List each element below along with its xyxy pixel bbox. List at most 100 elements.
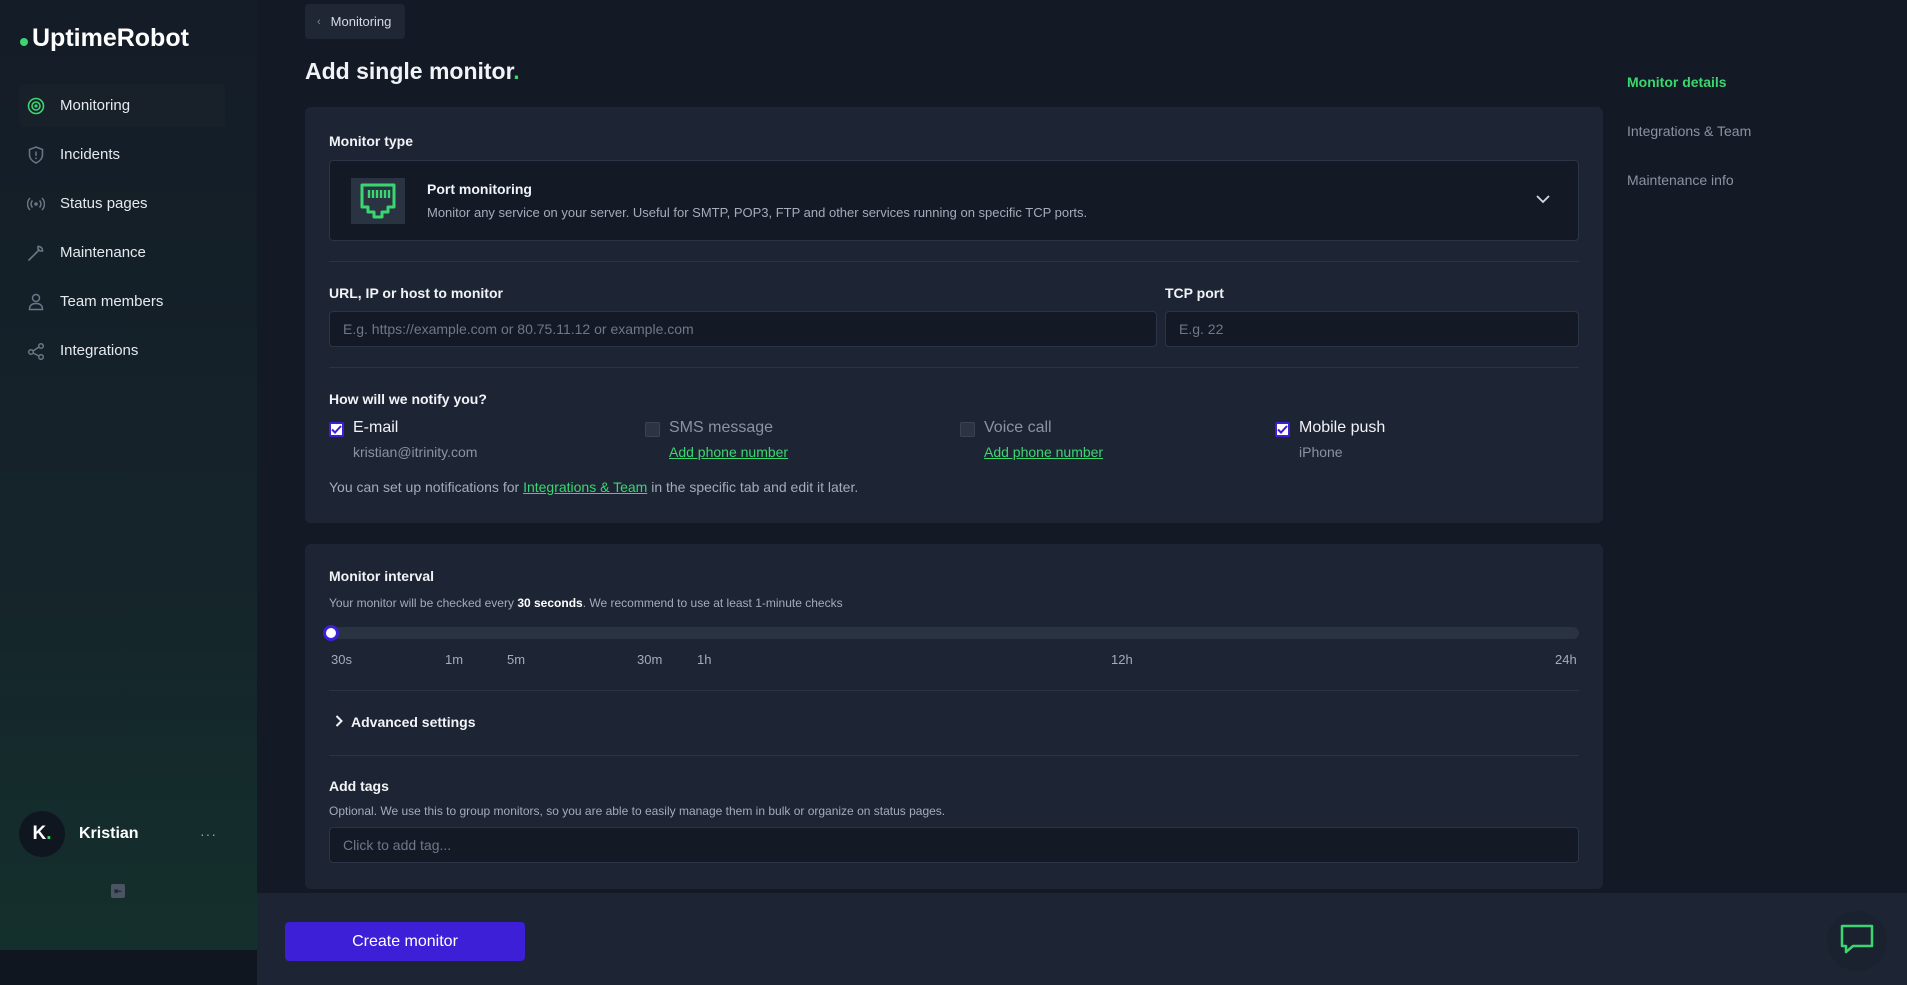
monitor-type-select[interactable]: Port monitoring Monitor any service on y… xyxy=(329,160,1579,241)
section-nav-monitor-details[interactable]: Monitor details xyxy=(1627,74,1751,90)
sidebar-nav: Monitoring Incidents Status pages Mainte… xyxy=(19,84,225,378)
notify-title: Voice call xyxy=(984,419,1052,436)
interval-tick: 24h xyxy=(1555,652,1577,667)
divider xyxy=(329,261,1579,262)
notify-sub: iPhone xyxy=(1299,444,1343,460)
section-nav: Monitor details Integrations & Team Main… xyxy=(1627,74,1751,221)
tcp-port-input[interactable] xyxy=(1165,311,1579,347)
interval-card: Monitor interval Your monitor will be ch… xyxy=(305,544,1603,889)
interval-desc-text: . We recommend to use at least 1-minute … xyxy=(582,596,843,610)
tags-input[interactable] xyxy=(329,827,1579,863)
chat-icon xyxy=(1839,923,1875,960)
page-title: Add single monitor. xyxy=(305,58,520,85)
ethernet-port-icon xyxy=(351,178,405,224)
user-icon xyxy=(27,293,45,311)
voice-checkbox[interactable] xyxy=(960,422,975,437)
monitor-details-card: Monitor type Port monitoring Monitor any… xyxy=(305,107,1603,523)
logo[interactable]: UptimeRobot xyxy=(20,24,189,53)
notify-sub: kristian@itrinity.com xyxy=(353,444,478,460)
section-nav-integrations-team[interactable]: Integrations & Team xyxy=(1627,123,1751,139)
sidebar-item-label: Incidents xyxy=(60,146,121,163)
chat-button[interactable] xyxy=(1827,911,1887,971)
notify-hint: You can set up notifications for Integra… xyxy=(329,479,858,495)
sidebar-item-label: Status pages xyxy=(60,195,148,212)
divider xyxy=(329,367,1579,368)
breadcrumb-label: Monitoring xyxy=(330,14,392,29)
notify-label: How will we notify you? xyxy=(329,391,487,407)
monitoring-icon xyxy=(27,97,45,115)
interval-slider-track[interactable] xyxy=(329,627,1579,639)
sidebar-item-monitoring[interactable]: Monitoring xyxy=(19,84,225,127)
add-phone-link[interactable]: Add phone number xyxy=(984,444,1103,460)
notify-email[interactable]: E-mail kristian@itrinity.com xyxy=(329,419,477,460)
sidebar-item-label: Maintenance xyxy=(60,244,146,261)
sidebar-item-maintenance[interactable]: Maintenance xyxy=(19,231,225,274)
notify-mobile-push[interactable]: Mobile push iPhone xyxy=(1275,419,1385,460)
sidebar-item-team-members[interactable]: Team members xyxy=(19,280,225,323)
breadcrumb[interactable]: ‹ Monitoring xyxy=(305,4,406,39)
footer-bar: Create monitor xyxy=(257,893,1907,985)
interval-tick: 30m xyxy=(637,652,663,667)
chevron-down-icon xyxy=(1536,191,1550,209)
sidebar-item-status-pages[interactable]: Status pages xyxy=(19,182,225,225)
notify-title: SMS message xyxy=(669,419,774,436)
interval-tick: 1m xyxy=(445,652,464,667)
avatar-dot: . xyxy=(46,823,52,844)
notify-title: E-mail xyxy=(353,419,399,436)
sms-checkbox[interactable] xyxy=(645,422,660,437)
notify-voice[interactable]: Voice call Add phone number xyxy=(960,419,1103,460)
interval-description: Your monitor will be checked every 30 se… xyxy=(329,596,843,610)
monitor-type-description: Monitor any service on your server. Usef… xyxy=(427,205,1088,220)
logo-dot xyxy=(20,37,28,46)
monitor-type-title: Port monitoring xyxy=(427,181,532,197)
broadcast-icon xyxy=(27,195,45,213)
tags-description: Optional. We use this to group monitors,… xyxy=(329,804,946,818)
wrench-icon xyxy=(27,244,45,262)
notify-title: Mobile push xyxy=(1299,419,1386,436)
divider xyxy=(329,755,1579,756)
hint-text: You can set up notifications for xyxy=(329,479,524,495)
logo-text: UptimeRobot xyxy=(32,24,189,52)
sidebar-bottom xyxy=(0,950,257,985)
hint-text: in the specific tab and edit it later. xyxy=(647,479,859,495)
interval-label: Monitor interval xyxy=(329,568,435,584)
add-phone-link[interactable]: Add phone number xyxy=(669,444,788,460)
chevron-right-icon xyxy=(335,714,343,730)
sidebar-item-incidents[interactable]: Incidents xyxy=(19,133,225,176)
divider xyxy=(329,690,1579,691)
section-nav-maintenance-info[interactable]: Maintenance info xyxy=(1627,172,1751,188)
mobile-push-checkbox[interactable] xyxy=(1275,422,1290,437)
tags-label: Add tags xyxy=(329,778,389,794)
sidebar-item-label: Team members xyxy=(60,293,164,310)
advanced-settings-toggle[interactable]: Advanced settings xyxy=(335,714,475,730)
page-title-dot: . xyxy=(513,58,520,84)
user-name: Kristian xyxy=(79,825,139,842)
user-menu-button[interactable]: ··· xyxy=(200,826,217,842)
interval-tick: 12h xyxy=(1111,652,1133,667)
notify-sms[interactable]: SMS message Add phone number xyxy=(645,419,788,460)
advanced-settings-label: Advanced settings xyxy=(351,714,476,730)
sidebar-item-integrations[interactable]: Integrations xyxy=(19,329,225,372)
interval-slider-thumb[interactable] xyxy=(323,625,339,641)
collapse-sidebar-icon[interactable]: ⇤ xyxy=(111,884,125,898)
tcp-port-label: TCP port xyxy=(1165,285,1224,301)
avatar: K. xyxy=(19,811,65,857)
sidebar-item-label: Monitoring xyxy=(60,97,131,114)
share-icon xyxy=(27,342,45,360)
chevron-left-icon: ‹ xyxy=(317,15,321,28)
url-field-label: URL, IP or host to monitor xyxy=(329,285,503,301)
page-title-text: Add single monitor xyxy=(305,58,514,84)
sidebar-item-label: Integrations xyxy=(60,342,139,359)
monitor-type-label: Monitor type xyxy=(329,133,413,149)
integrations-team-link[interactable]: Integrations & Team xyxy=(523,479,647,495)
email-checkbox[interactable] xyxy=(329,422,344,437)
user-profile[interactable]: K. Kristian ··· xyxy=(19,811,225,857)
interval-tick: 1h xyxy=(697,652,712,667)
create-monitor-button[interactable]: Create monitor xyxy=(285,922,525,961)
sidebar: UptimeRobot Monitoring Incidents Status … xyxy=(0,0,257,950)
shield-icon xyxy=(27,145,45,164)
interval-tick: 30s xyxy=(331,652,352,667)
url-input[interactable] xyxy=(329,311,1157,347)
avatar-initial: K xyxy=(32,823,47,844)
interval-desc-text: Your monitor will be checked every xyxy=(329,596,518,610)
